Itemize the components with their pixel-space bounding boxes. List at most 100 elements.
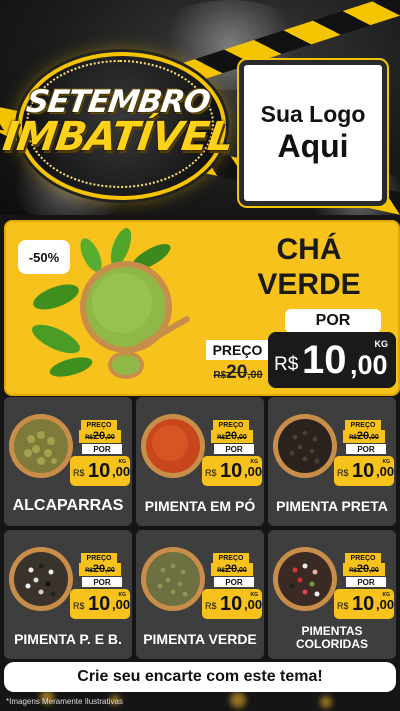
product-card[interactable]: PREÇO R$ 20,00 POR KG R$ 10,00 PIMENTA PRET… <box>268 397 396 526</box>
product-name: PIMENTA VERDE <box>143 631 257 647</box>
new-price: KG R$ 10 ,00 <box>268 332 396 388</box>
product-card[interactable]: PREÇO R$ 20,00 POR KG R$ 10,00 ALCAPARRAS <box>4 397 132 526</box>
price-currency: R$ <box>337 468 349 478</box>
capers-bowl-icon <box>9 414 73 478</box>
preco-label: PREÇO <box>206 340 269 360</box>
price-currency: R$ <box>337 601 349 611</box>
price-currency: R$ <box>274 354 299 375</box>
black-pepper-bowl-icon <box>273 414 337 478</box>
old-price-decimal: ,00 <box>105 434 115 441</box>
featured-name-line1: CHÁ <box>276 233 342 266</box>
price-integer: 10 <box>220 460 243 482</box>
old-price-decimal: ,00 <box>369 567 379 574</box>
old-price-decimal: ,00 <box>237 567 247 574</box>
price-decimal: ,00 <box>244 464 263 479</box>
header-banner: SETEMBRO IMBATÍVEL Sua Logo Aqui <box>0 0 400 215</box>
old-price: R$ 20,00 <box>79 563 121 576</box>
cta-button[interactable]: Crie seu encarte com este tema! <box>4 662 396 692</box>
green-pepper-bowl-icon <box>141 547 205 611</box>
old-price-integer: 20 <box>92 430 106 442</box>
old-price-currency: R$ <box>85 435 93 441</box>
old-price-currency: R$ <box>213 370 227 381</box>
por-label: POR <box>285 309 381 333</box>
price-decimal: ,00 <box>112 464 131 479</box>
featured-product-name: CHÁ VERDE <box>234 232 384 302</box>
chili-powder-bowl-icon <box>141 414 205 478</box>
por-label: POR <box>82 444 122 454</box>
old-price: R$ 20,00 <box>211 430 253 443</box>
product-card[interactable]: PREÇO R$ 20,00 POR KG R$ 10,00 PIMENTA EM P… <box>136 397 264 526</box>
product-card[interactable]: PREÇO R$ 20,00 POR KG R$ 10,00 PIMENTA VERD… <box>136 530 264 659</box>
bokeh-light <box>230 692 246 708</box>
product-name: PIMENTA EM PÓ <box>144 498 256 514</box>
old-price: R$ 20,00 <box>79 430 121 443</box>
price-currency: R$ <box>73 468 85 478</box>
mixed-pepper-bowl-icon <box>9 547 73 611</box>
new-price: KG R$ 10,00 <box>334 589 394 619</box>
old-price-decimal: ,00 <box>247 369 263 381</box>
product-card[interactable]: PREÇO R$ 20,00 POR KG R$ 10,00 PIMENTA P. E… <box>4 530 132 659</box>
price-integer: 10 <box>220 593 243 615</box>
price-unit: KG <box>374 339 389 349</box>
price-integer: 10 <box>352 593 375 615</box>
old-price: R$ 20,00 <box>343 430 385 443</box>
old-price: R$ 20 ,00 <box>202 362 274 383</box>
por-label: POR <box>214 577 254 587</box>
product-name: PIMENTA P. E B. <box>14 631 122 647</box>
bokeh-light <box>320 696 332 708</box>
price-integer: 10 <box>88 460 111 482</box>
old-price-currency: R$ <box>217 568 225 574</box>
new-price: KG R$ 10,00 <box>202 589 262 619</box>
campaign-title-line2: IMBATÍVEL <box>0 114 236 160</box>
por-label: POR <box>346 444 386 454</box>
price-integer: 10 <box>352 460 375 482</box>
colored-pepper-bowl-icon <box>273 547 337 611</box>
old-price-currency: R$ <box>349 435 357 441</box>
product-name: ALCAPARRAS <box>12 497 124 514</box>
old-price-decimal: ,00 <box>369 434 379 441</box>
logo-placeholder[interactable]: Sua Logo Aqui <box>239 60 387 206</box>
price-decimal: ,00 <box>350 350 388 380</box>
old-price: R$ 20,00 <box>343 563 385 576</box>
price-integer: 10 <box>88 593 111 615</box>
discount-badge: -50% <box>18 240 70 274</box>
price-currency: R$ <box>205 601 217 611</box>
preco-label: PREÇO <box>345 420 381 430</box>
old-price-decimal: ,00 <box>237 434 247 441</box>
featured-product[interactable]: -50% CHÁ VERDE POR PREÇO R$ 20 ,00 KG R$… <box>4 220 400 396</box>
price-decimal: ,00 <box>376 464 395 479</box>
old-price-integer: 20 <box>224 563 238 575</box>
product-name-line2: COLORIDAS <box>296 637 368 651</box>
product-card[interactable]: PREÇO R$ 20,00 POR KG R$ 10,00 PIMENTAS COL… <box>268 530 396 659</box>
preco-label: PREÇO <box>213 553 249 563</box>
por-label: POR <box>346 577 386 587</box>
new-price: KG R$ 10,00 <box>334 456 394 486</box>
old-price-integer: 20 <box>92 563 106 575</box>
old-price-decimal: ,00 <box>105 567 115 574</box>
new-price: KG R$ 10,00 <box>202 456 262 486</box>
old-price-currency: R$ <box>349 568 357 574</box>
price-decimal: ,00 <box>376 597 395 612</box>
price-currency: R$ <box>205 468 217 478</box>
new-price: KG R$ 10,00 <box>70 456 130 486</box>
featured-name-line2: VERDE <box>257 268 361 301</box>
disclaimer-text: *Imagens Meramente Ilustrativas <box>6 697 123 706</box>
product-name: PIMENTA PRETA <box>276 498 388 514</box>
old-price-integer: 20 <box>224 430 238 442</box>
old-price-integer: 20 <box>356 430 370 442</box>
logo-text-line2: Aqui <box>277 128 349 164</box>
product-name: PIMENTAS COLORIDAS <box>270 623 394 653</box>
old-price-integer: 20 <box>356 563 370 575</box>
new-price: KG R$ 10,00 <box>70 589 130 619</box>
old-price-currency: R$ <box>85 568 93 574</box>
price-currency: R$ <box>73 601 85 611</box>
logo-text-line1: Sua Logo <box>260 101 366 127</box>
price-integer: 10 <box>302 338 347 382</box>
preco-label: PREÇO <box>81 420 117 430</box>
preco-label: PREÇO <box>213 420 249 430</box>
old-price-integer: 20 <box>226 362 248 383</box>
price-decimal: ,00 <box>112 597 131 612</box>
price-decimal: ,00 <box>244 597 263 612</box>
por-label: POR <box>214 444 254 454</box>
old-price-currency: R$ <box>217 435 225 441</box>
